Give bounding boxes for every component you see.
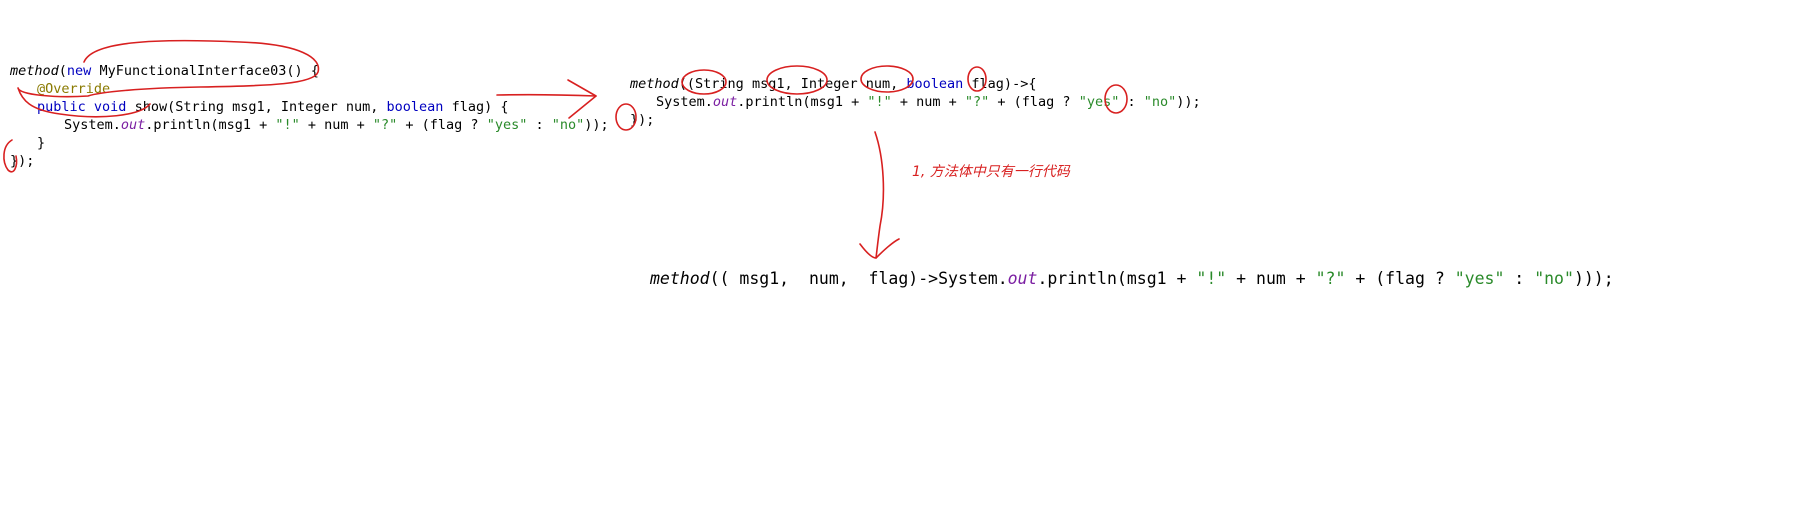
code-token: + (flag ? [1345, 269, 1455, 288]
code-token: String [695, 76, 744, 92]
code-token: flag)->{ [963, 76, 1037, 92]
code-token: msg1, Integer num, [743, 76, 907, 92]
code-token: }); [630, 112, 655, 128]
string-literal: "no" [551, 117, 585, 133]
out-field: out [120, 117, 146, 133]
code-token: .println(msg1 + [145, 117, 276, 133]
method-name: method [650, 269, 710, 288]
string-literal: "yes" [1078, 94, 1120, 110]
out-field: out [712, 94, 738, 110]
code-token: + num + [1226, 269, 1316, 288]
code-token: show(String msg1, Integer num, [126, 99, 387, 115]
string-literal: "?" [964, 94, 990, 110]
snippet1-line2: @Override [37, 80, 110, 98]
snippet1-line6: }); [10, 152, 34, 170]
down-arrow-shaft [874, 131, 885, 259]
code-token: }); [10, 153, 35, 169]
snippet1-line5: } [37, 134, 45, 152]
string-literal: "!" [867, 94, 892, 110]
void-keyword: void [93, 99, 127, 115]
out-field: out [1007, 269, 1038, 288]
string-literal: "!" [1196, 269, 1227, 288]
arrow-shaft [496, 93, 597, 97]
code-token: System. [64, 117, 121, 133]
string-literal: "no" [1143, 94, 1177, 110]
code-token: : [527, 117, 552, 133]
string-literal: "yes" [1454, 269, 1505, 288]
new-keyword: new [66, 63, 92, 79]
snippet2-line2: System.out.println(msg1 + "!" + num + "?… [656, 93, 1201, 111]
code-token: } [37, 135, 46, 151]
string-literal: "no" [1534, 269, 1574, 288]
override-annotation: @Override [37, 81, 111, 97]
string-literal: "yes" [486, 117, 528, 133]
code-token: ( [58, 63, 67, 79]
annotation-note: 1, 方法体中只有一行代码 [912, 164, 1070, 180]
method-name: method [10, 63, 59, 79]
boolean-keyword: boolean [386, 99, 444, 115]
code-token: )); [1176, 94, 1201, 110]
code-token: : [1119, 94, 1144, 110]
string-literal: "?" [1315, 269, 1346, 288]
snippet1-line4: System.out.println(msg1 + "!" + num + "?… [64, 116, 609, 134]
code-token: + (flag ? [989, 94, 1079, 110]
snippet2-line1: method((String msg1, Integer num, boolea… [630, 75, 1036, 93]
code-token: flag) { [443, 99, 509, 115]
method-name: method [630, 76, 679, 92]
code-token: + num + [299, 117, 373, 133]
code-token: (( msg1, num, flag)->System. [709, 269, 1008, 288]
code-token: .println(msg1 + [737, 94, 868, 110]
boolean-keyword: boolean [906, 76, 964, 92]
string-literal: "?" [372, 117, 398, 133]
code-token: ))); [1573, 269, 1614, 288]
snippet1-line1: method(new MyFunctionalInterface03() { [10, 62, 319, 80]
code-token: MyFunctionalInterface03() { [91, 63, 319, 79]
code-token: .println(msg1 + [1037, 269, 1197, 288]
snippet2-line3: }); [630, 111, 654, 129]
code-token: )); [584, 117, 609, 133]
public-keyword: public [37, 99, 86, 115]
snippet3-line1: method(( msg1, num, flag)->System.out.pr… [650, 268, 1614, 290]
code-token: : [1504, 269, 1535, 288]
snippet1-line3: public void show(String msg1, Integer nu… [37, 98, 508, 116]
code-token: + num + [891, 94, 965, 110]
code-token: + (flag ? [397, 117, 487, 133]
string-literal: "!" [275, 117, 300, 133]
down-arrow-head [859, 238, 900, 259]
code-token: System. [656, 94, 713, 110]
arrow-head [567, 79, 597, 119]
code-token: (( [678, 76, 696, 92]
